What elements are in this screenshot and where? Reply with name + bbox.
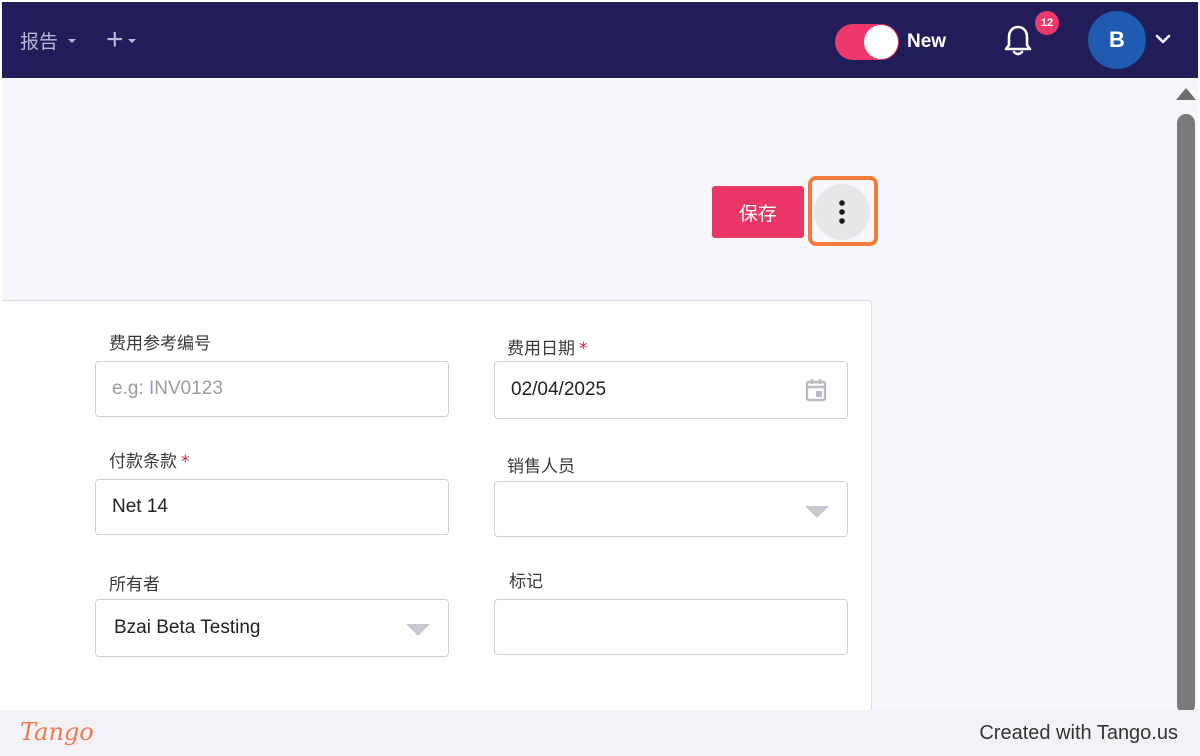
payment-terms-label-text: 付款条款 xyxy=(109,452,177,472)
chevron-down-icon xyxy=(127,39,136,43)
created-with-text: Created with Tango.us xyxy=(979,722,1178,744)
owner-label: 所有者 xyxy=(109,570,160,595)
expense-form-card: 费用参考编号 e.g: INV0123 费用日期 * 02/04/2025 付款条… xyxy=(2,300,872,710)
new-ui-toggle[interactable]: New xyxy=(835,24,946,60)
more-options-button[interactable] xyxy=(814,184,870,240)
expense-date-label: 费用日期 * xyxy=(507,334,588,359)
expense-date-input[interactable]: 02/04/2025 xyxy=(494,361,848,419)
toggle-label: New xyxy=(907,31,947,52)
ref-number-label: 费用参考编号 xyxy=(109,329,211,354)
ref-number-label-text: 费用参考编号 xyxy=(109,334,211,354)
salesperson-label: 销售人员 xyxy=(507,452,575,477)
expense-date-value: 02/04/2025 xyxy=(511,379,607,400)
add-menu[interactable]: + xyxy=(106,24,136,56)
app-frame: 报告 + New 12 B 保存 费用参考编号 e.g: INV0123 费用日… xyxy=(2,2,1198,710)
plus-icon: + xyxy=(106,23,124,56)
save-button[interactable]: 保存 xyxy=(712,186,804,238)
required-mark: * xyxy=(579,339,588,359)
ref-number-placeholder: e.g: INV0123 xyxy=(112,378,223,399)
required-mark: * xyxy=(181,452,190,472)
chevron-down-icon xyxy=(68,39,77,43)
chevron-down-icon xyxy=(406,624,430,636)
salesperson-label-text: 销售人员 xyxy=(507,457,575,477)
calendar-icon[interactable] xyxy=(805,378,827,402)
tags-label: 标记 xyxy=(509,567,543,592)
expense-date-label-text: 费用日期 xyxy=(507,339,575,359)
owner-value: Bzai Beta Testing xyxy=(114,617,261,638)
toggle-knob xyxy=(864,25,898,59)
tango-logo: Tango xyxy=(20,718,94,746)
chevron-down-icon xyxy=(805,506,829,518)
owner-label-text: 所有者 xyxy=(109,575,160,595)
toggle-switch[interactable] xyxy=(835,24,899,60)
payment-terms-input[interactable]: Net 14 xyxy=(95,479,449,535)
tango-footer: Tango Created with Tango.us xyxy=(0,710,1200,756)
more-vertical-icon xyxy=(839,200,845,224)
reports-menu-label: 报告 xyxy=(20,31,59,53)
top-navbar: 报告 + New 12 B xyxy=(2,2,1198,78)
salesperson-select[interactable] xyxy=(494,481,848,537)
scroll-up-icon[interactable] xyxy=(1176,88,1196,100)
bell-icon[interactable] xyxy=(1002,24,1034,58)
payment-terms-value: Net 14 xyxy=(112,496,168,517)
payment-terms-label: 付款条款 * xyxy=(109,447,190,472)
ref-number-input[interactable]: e.g: INV0123 xyxy=(95,361,449,417)
reports-menu[interactable]: 报告 xyxy=(20,26,77,54)
scrollbar-thumb[interactable] xyxy=(1177,114,1195,710)
tags-label-text: 标记 xyxy=(509,572,543,592)
notification-badge: 12 xyxy=(1035,11,1059,35)
tags-input[interactable] xyxy=(494,599,848,655)
chevron-down-icon[interactable] xyxy=(1154,32,1172,46)
owner-select[interactable]: Bzai Beta Testing xyxy=(95,599,449,657)
avatar[interactable]: B xyxy=(1088,11,1146,69)
